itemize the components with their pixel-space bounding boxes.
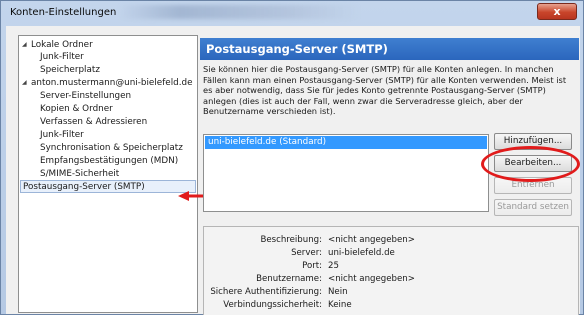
tree-item-label: Junk-Filter xyxy=(40,130,84,140)
detail-label: Verbindungssicherheit: xyxy=(223,300,322,310)
tree-item-label: Lokale Ordner xyxy=(31,40,93,50)
tree-item-copies-folders[interactable]: Kopien & Ordner xyxy=(40,103,113,115)
tree-item-smime-security[interactable]: S/MIME-Sicherheit xyxy=(40,168,119,180)
expand-twisty-icon[interactable]: ◢ xyxy=(22,77,31,89)
annotation-circle xyxy=(481,146,580,182)
detail-row-username: Benutzername: <nicht angegeben> xyxy=(204,273,580,285)
tree-item-label: Junk-Filter xyxy=(40,52,84,62)
detail-row-connection-security: Verbindungssicherheit: Keine xyxy=(204,299,580,311)
blurred-title-area xyxy=(119,5,359,19)
tree-item-label: Verfassen & Adressieren xyxy=(40,117,148,127)
set-default-button[interactable]: Standard setzen xyxy=(494,199,572,216)
tree-item-composition-addressing[interactable]: Verfassen & Adressieren xyxy=(40,116,147,128)
detail-label: Port: xyxy=(302,261,322,271)
window-title: Konten-Einstellungen xyxy=(10,7,117,18)
close-button[interactable]: x xyxy=(537,3,577,20)
tree-item-local-folders[interactable]: ◢ Lokale Ordner xyxy=(22,39,93,51)
close-icon: x xyxy=(553,5,561,18)
tree-item-synchronisation[interactable]: Synchronisation & Speicherplatz xyxy=(40,142,183,154)
account-tree[interactable]: ◢ Lokale Ordner Junk-Filter Speicherplatz… xyxy=(18,35,198,313)
page-title: Postausgang-Server (SMTP) xyxy=(200,38,579,60)
tree-item-label: Empfangsbestätigungen (MDN) xyxy=(40,156,179,166)
detail-value: <nicht angegeben> xyxy=(328,274,415,284)
list-item[interactable]: uni-bielefeld.de (Standard) xyxy=(205,136,487,149)
tree-item-storage-local[interactable]: Speicherplatz xyxy=(40,64,100,76)
detail-row-description: Beschreibung: <nicht angegeben> xyxy=(204,234,580,246)
tree-item-label: S/MIME-Sicherheit xyxy=(40,169,120,179)
page-description: Sie können hier die Postausgang-Server (… xyxy=(203,64,567,116)
title-bar[interactable]: Konten-Einstellungen x xyxy=(1,1,583,25)
smtp-server-list[interactable]: uni-bielefeld.de (Standard) xyxy=(203,134,489,212)
tree-item-label: anton.mustermann@uni-bielefeld.de xyxy=(31,78,193,88)
tree-item-account[interactable]: ◢ anton.mustermann@uni-bielefeld.de xyxy=(22,77,193,89)
detail-value: Keine xyxy=(328,300,352,310)
detail-label: Sichere Authentifizierung: xyxy=(210,287,322,297)
tree-item-server-settings[interactable]: Server-Einstellungen xyxy=(40,90,131,102)
tree-item-label: Postausgang-Server (SMTP) xyxy=(23,182,145,192)
detail-value: Nein xyxy=(328,287,348,297)
tree-item-label: Speicherplatz xyxy=(40,65,100,75)
tree-item-label: Kopien & Ordner xyxy=(40,104,113,114)
tree-item-junk-filter-local[interactable]: Junk-Filter xyxy=(40,51,84,63)
expand-twisty-icon[interactable]: ◢ xyxy=(22,39,31,51)
tree-item-junk-filter[interactable]: Junk-Filter xyxy=(40,129,84,141)
detail-value: 25 xyxy=(328,261,339,271)
detail-label: Server: xyxy=(291,248,322,258)
detail-row-server: Server: uni-bielefeld.de xyxy=(204,247,580,259)
tree-item-return-receipts[interactable]: Empfangsbestätigungen (MDN) xyxy=(40,155,178,167)
tree-item-outgoing-server[interactable]: Postausgang-Server (SMTP) xyxy=(20,180,196,193)
detail-row-port: Port: 25 xyxy=(204,260,580,272)
tree-item-label: Synchronisation & Speicherplatz xyxy=(40,143,183,153)
detail-value: <nicht angegeben> xyxy=(328,235,415,245)
detail-label: Beschreibung: xyxy=(260,235,322,245)
detail-row-secure-auth: Sichere Authentifizierung: Nein xyxy=(204,286,580,298)
detail-value: uni-bielefeld.de xyxy=(328,248,395,258)
detail-label: Benutzername: xyxy=(256,274,322,284)
tree-item-label: Server-Einstellungen xyxy=(40,91,132,101)
server-details: Beschreibung: <nicht angegeben> Server: … xyxy=(203,226,579,315)
